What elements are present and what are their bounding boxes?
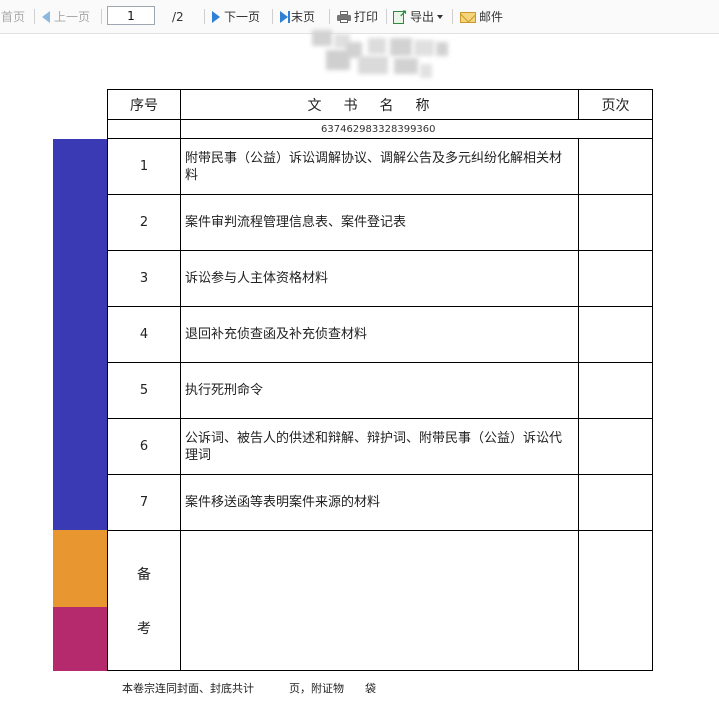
toolbar-divider bbox=[386, 9, 387, 24]
row-number: 1 bbox=[107, 138, 181, 195]
toolbar-divider bbox=[329, 9, 330, 24]
row-document-name: 附带民事（公益）诉讼调解协议、调解公告及多元纠纷化解相关材料 bbox=[180, 138, 579, 195]
document-code: 637462983328399360 bbox=[180, 119, 653, 139]
mail-button[interactable]: 邮件 bbox=[460, 9, 503, 25]
document-catalog-table: 序号 文书名称 页次 637462983328399360 1 附带民事（公益）… bbox=[107, 89, 653, 671]
mail-label: 邮件 bbox=[479, 10, 504, 24]
print-button[interactable]: 打印 bbox=[337, 9, 378, 25]
remarks-char-2: 考 bbox=[137, 620, 151, 637]
row-page bbox=[578, 194, 653, 251]
mail-icon bbox=[460, 12, 476, 23]
table-row: 3 诉讼参与人主体资格材料 bbox=[107, 250, 653, 307]
last-page-button[interactable]: 末页 bbox=[280, 9, 315, 25]
color-bar-magenta bbox=[53, 607, 107, 671]
table-row: 4 退回补充侦查函及补充侦查材料 bbox=[107, 306, 653, 363]
header-number: 序号 bbox=[107, 89, 181, 120]
row-page bbox=[578, 474, 653, 531]
row-document-name: 案件移送函等表明案件来源的材料 bbox=[180, 474, 579, 531]
footer-note: 本卷宗连同封面、封底共计 页，附证物 袋 bbox=[122, 682, 376, 695]
redacted-title bbox=[298, 30, 450, 82]
prev-page-label: 上一页 bbox=[54, 10, 91, 24]
remarks-row: 备 考 bbox=[107, 530, 653, 671]
toolbar-divider bbox=[452, 9, 453, 24]
toolbar-divider bbox=[204, 9, 205, 24]
table-row: 2 案件审判流程管理信息表、案件登记表 bbox=[107, 194, 653, 251]
row-number: 3 bbox=[107, 250, 181, 307]
table-row: 6 公诉词、被告人的供述和辩解、辩护词、附带民事（公益）诉讼代理词 bbox=[107, 418, 653, 475]
header-page: 页次 bbox=[578, 89, 653, 120]
table-header-row: 序号 文书名称 页次 bbox=[107, 89, 653, 120]
row-page bbox=[578, 306, 653, 363]
table-code-row: 637462983328399360 bbox=[107, 119, 653, 139]
first-page-button[interactable]: 首页 bbox=[1, 9, 25, 25]
row-page bbox=[578, 362, 653, 419]
total-pages-label: /2 bbox=[172, 10, 184, 24]
prev-arrow-icon bbox=[42, 11, 50, 23]
last-page-icon bbox=[280, 11, 288, 23]
color-bar-blue bbox=[53, 139, 107, 530]
export-label: 导出 bbox=[410, 10, 435, 24]
row-number: 5 bbox=[107, 362, 181, 419]
row-number: 2 bbox=[107, 194, 181, 251]
row-page bbox=[578, 418, 653, 475]
row-document-name: 执行死刑命令 bbox=[180, 362, 579, 419]
prev-page-button[interactable]: 上一页 bbox=[42, 9, 90, 25]
row-number: 4 bbox=[107, 306, 181, 363]
table-row: 1 附带民事（公益）诉讼调解协议、调解公告及多元纠纷化解相关材料 bbox=[107, 138, 653, 195]
row-page bbox=[578, 250, 653, 307]
row-page bbox=[578, 138, 653, 195]
remarks-label: 备 考 bbox=[107, 530, 181, 671]
toolbar-divider bbox=[272, 9, 273, 24]
next-arrow-icon bbox=[212, 11, 220, 23]
table-row: 7 案件移送函等表明案件来源的材料 bbox=[107, 474, 653, 531]
table-row: 5 执行死刑命令 bbox=[107, 362, 653, 419]
printer-icon bbox=[337, 11, 351, 23]
header-name: 文书名称 bbox=[180, 89, 579, 120]
toolbar-divider bbox=[101, 9, 102, 24]
remarks-content bbox=[180, 530, 579, 671]
remarks-page bbox=[578, 530, 653, 671]
row-document-name: 诉讼参与人主体资格材料 bbox=[180, 250, 579, 307]
remarks-char-1: 备 bbox=[137, 566, 151, 583]
next-page-label: 下一页 bbox=[224, 10, 261, 24]
last-page-label: 末页 bbox=[291, 10, 316, 24]
chevron-down-icon bbox=[437, 15, 444, 19]
row-document-name: 案件审判流程管理信息表、案件登记表 bbox=[180, 194, 579, 251]
export-button[interactable]: ↗ 导出 bbox=[393, 9, 444, 25]
toolbar-divider bbox=[34, 9, 35, 24]
row-document-name: 退回补充侦查函及补充侦查材料 bbox=[180, 306, 579, 363]
row-document-name: 公诉词、被告人的供述和辩解、辩护词、附带民事（公益）诉讼代理词 bbox=[180, 418, 579, 475]
print-label: 打印 bbox=[354, 10, 379, 24]
color-bar-orange bbox=[53, 530, 107, 607]
last-page-bar-icon bbox=[288, 11, 290, 23]
row-number: 6 bbox=[107, 418, 181, 475]
report-viewer-toolbar: 首页 上一页 /2 下一页 末页 打印 ↗导出 邮件 bbox=[0, 0, 719, 34]
row-number: 7 bbox=[107, 474, 181, 531]
page-number-input[interactable] bbox=[107, 6, 155, 25]
export-icon: ↗ bbox=[393, 10, 407, 24]
next-page-button[interactable]: 下一页 bbox=[212, 9, 260, 25]
